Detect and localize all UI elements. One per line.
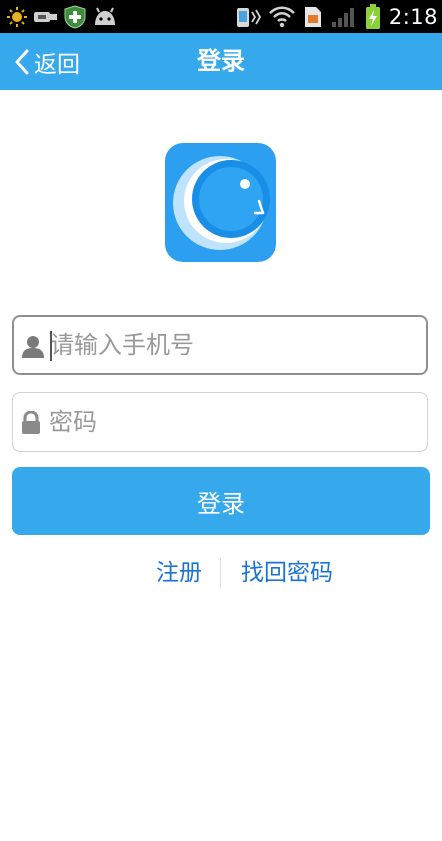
register-link[interactable]: 注册 <box>156 556 202 590</box>
status-bar: 2:18 <box>0 0 442 33</box>
sun-icon <box>7 6 27 27</box>
lock-icon <box>22 411 40 434</box>
app-logo-icon <box>165 143 276 262</box>
status-time: 2:18 <box>388 4 438 29</box>
vibrate-icon <box>236 7 261 27</box>
chevron-left-icon <box>15 49 29 74</box>
link-divider <box>220 558 221 588</box>
forgot-password-link[interactable]: 找回密码 <box>241 556 333 590</box>
password-input[interactable] <box>49 393 419 451</box>
shield-plus-icon <box>64 4 86 29</box>
user-icon <box>22 336 44 358</box>
phone-input[interactable] <box>50 317 418 373</box>
auth-links: 注册 找回密码 <box>0 556 442 590</box>
usb-icon <box>34 11 57 22</box>
status-icons-left <box>6 4 118 29</box>
phone-field <box>12 315 428 375</box>
back-label: 返回 <box>34 51 80 78</box>
status-icons-right: 2:18 <box>235 2 438 31</box>
android-icon <box>95 7 115 25</box>
battery-charging-icon <box>365 3 380 29</box>
text-caret <box>50 331 52 361</box>
password-field <box>12 392 428 452</box>
signal-icon <box>331 7 354 27</box>
wifi-icon <box>268 6 295 27</box>
app-header: 返回 登录 <box>0 33 442 90</box>
back-button[interactable]: 返回 <box>14 33 80 90</box>
login-button[interactable]: 登录 <box>12 467 430 535</box>
sim-icon <box>304 6 321 27</box>
